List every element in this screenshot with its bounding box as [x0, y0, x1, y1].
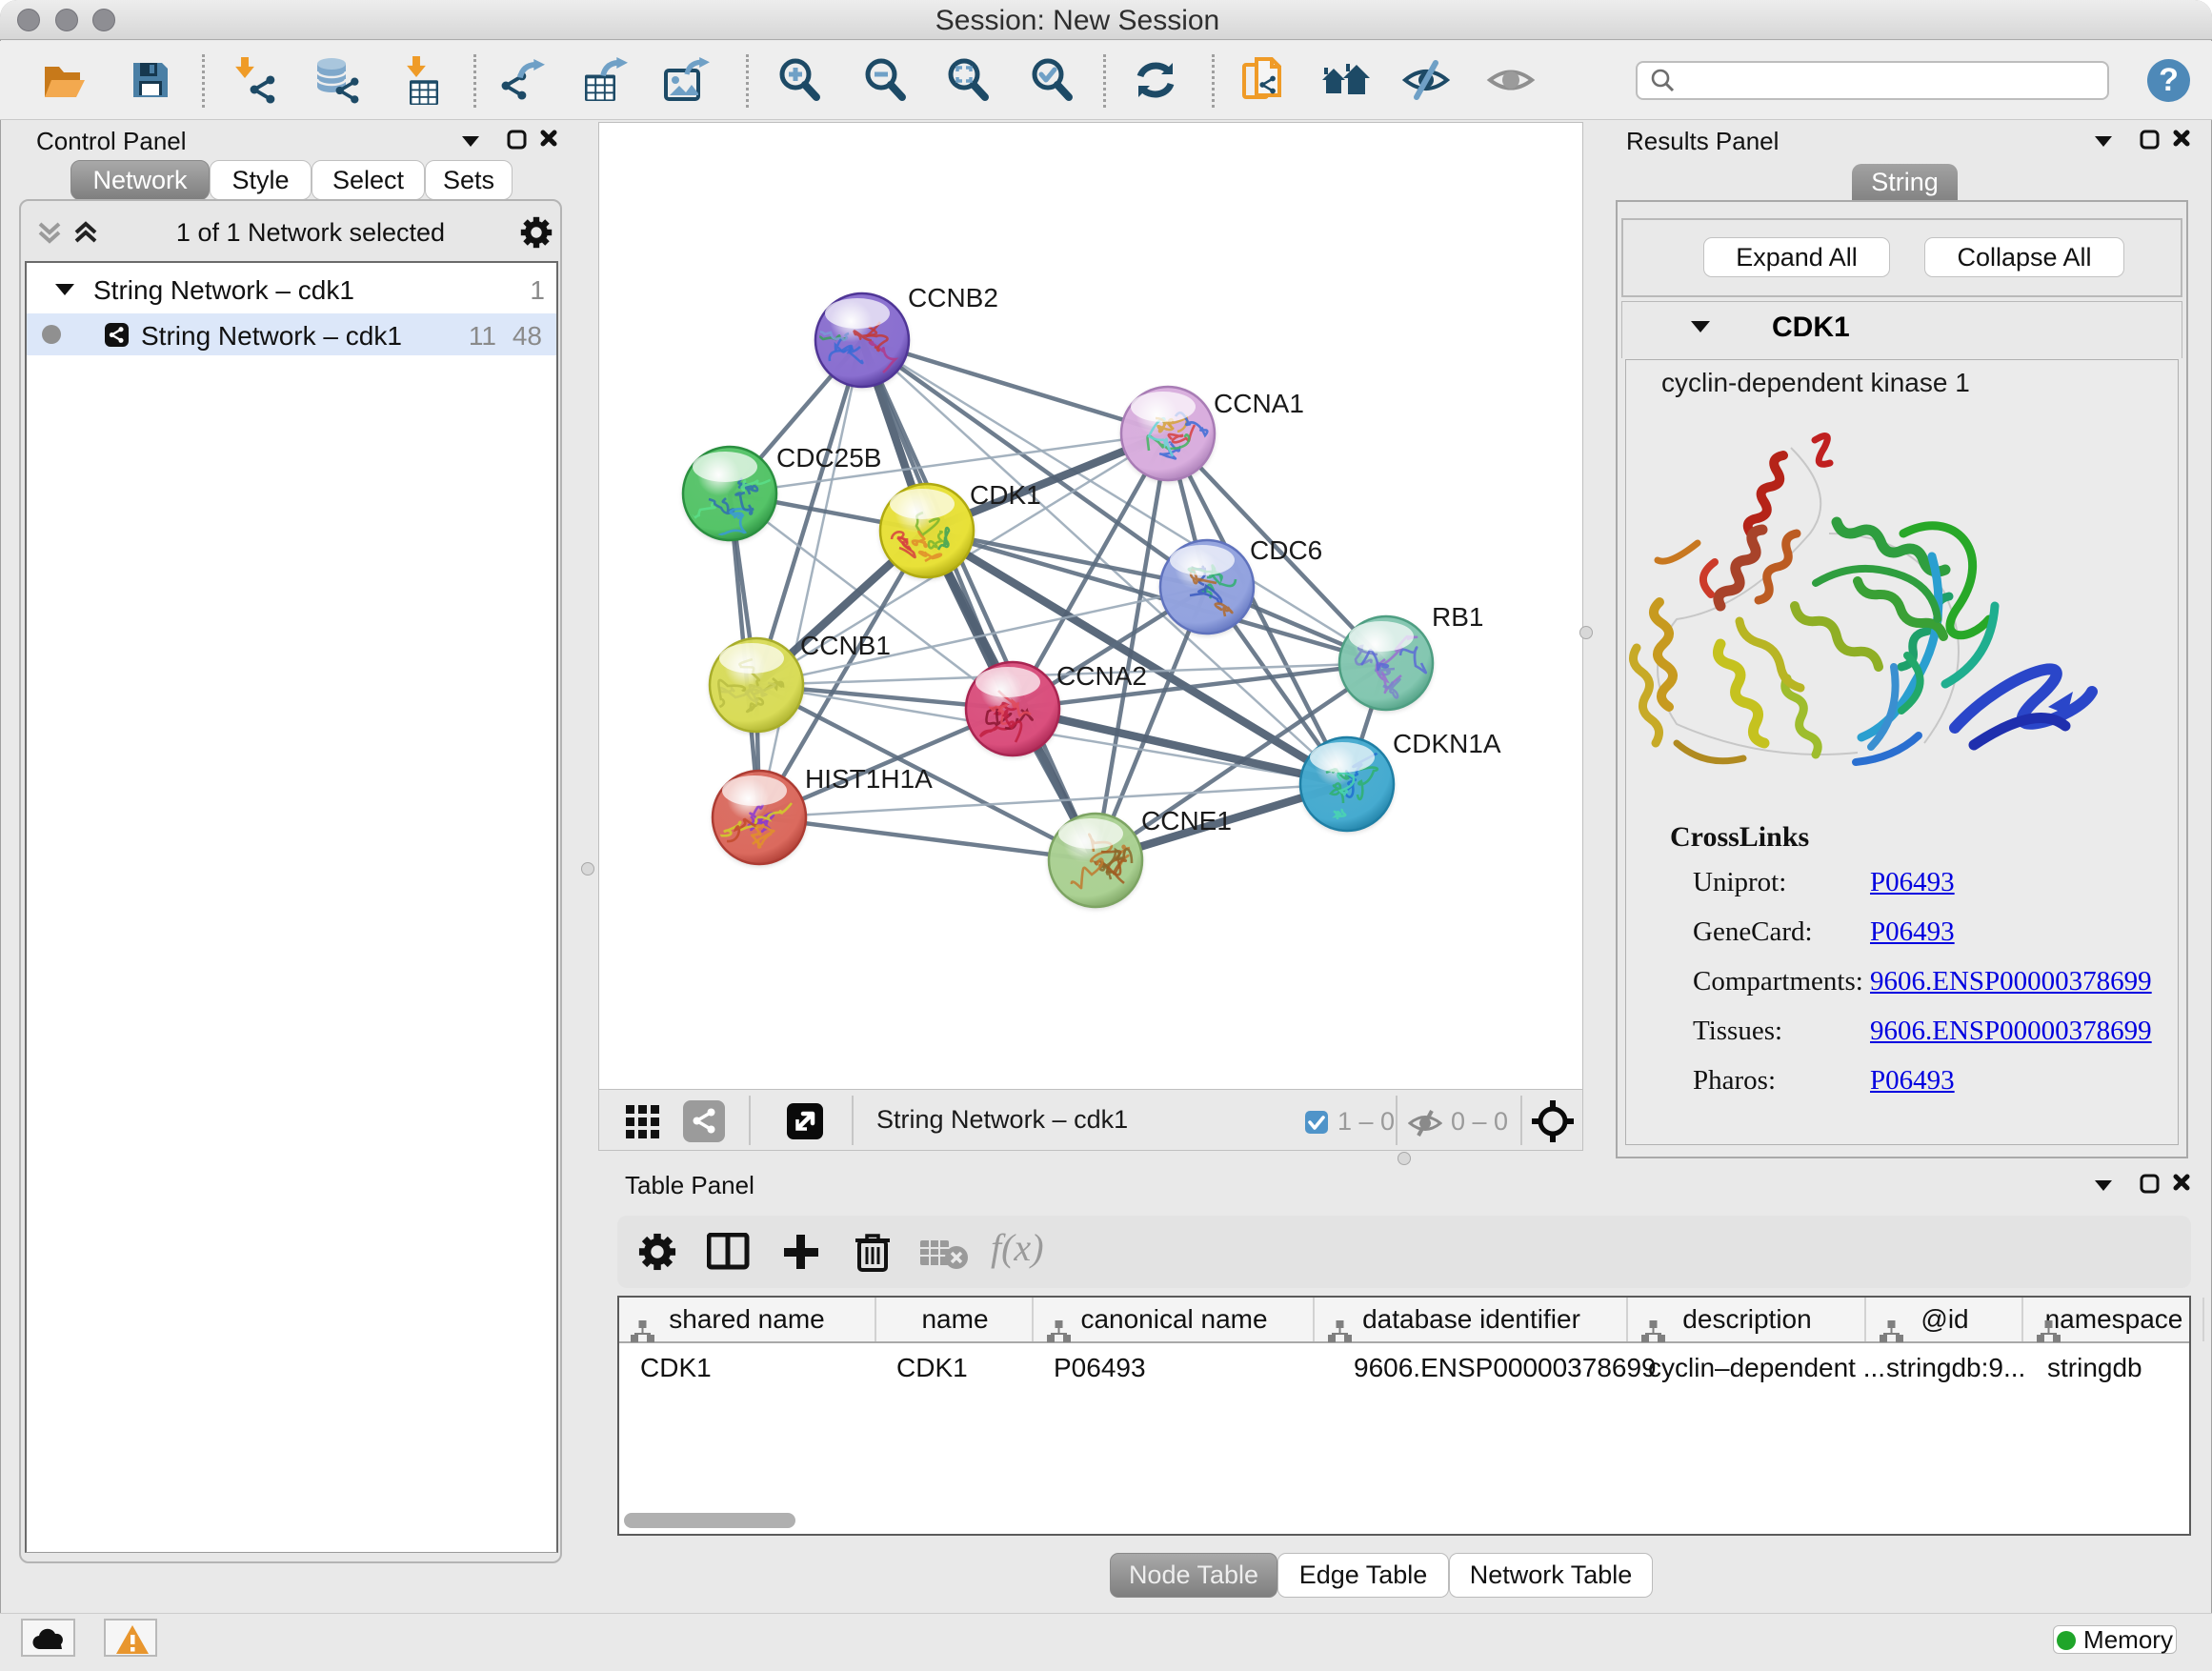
- svg-text:CDC25B: CDC25B: [776, 443, 881, 473]
- svg-text:CCNB1: CCNB1: [800, 631, 891, 660]
- svg-text:CCNE1: CCNE1: [1141, 806, 1232, 836]
- svg-text:CCNA2: CCNA2: [1056, 661, 1147, 691]
- svg-text:CCNA1: CCNA1: [1214, 389, 1304, 418]
- svg-text:HIST1H1A: HIST1H1A: [805, 764, 933, 794]
- svg-text:CCNB2: CCNB2: [908, 283, 998, 312]
- svg-text:RB1: RB1: [1432, 602, 1483, 632]
- svg-text:CDK1: CDK1: [970, 480, 1041, 510]
- svg-text:CDKN1A: CDKN1A: [1393, 729, 1501, 758]
- svg-text:CDC6: CDC6: [1250, 535, 1322, 565]
